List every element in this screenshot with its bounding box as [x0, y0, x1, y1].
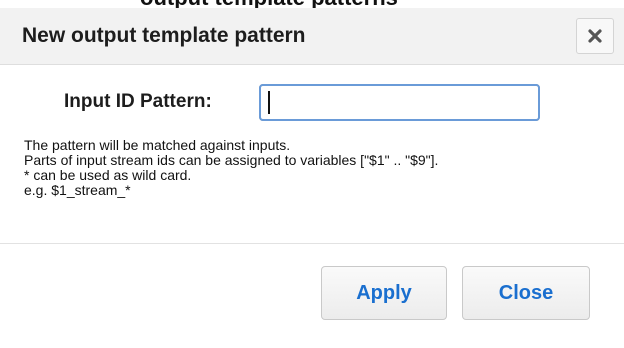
input-id-pattern-field[interactable]: [259, 84, 540, 121]
background-header-text: output template patterns: [140, 0, 398, 8]
input-id-pattern-row: Input ID Pattern:: [64, 84, 212, 120]
text-caret: [268, 91, 270, 114]
dialog-close-button[interactable]: [576, 18, 614, 54]
help-line: Parts of input stream ids can be assigne…: [24, 152, 439, 168]
background-header-fragment: output template patterns: [0, 0, 624, 8]
apply-button[interactable]: Apply: [321, 266, 447, 320]
close-button[interactable]: Close: [462, 266, 590, 320]
input-id-pattern-label: Input ID Pattern:: [64, 91, 212, 112]
help-line: The pattern will be matched against inpu…: [24, 137, 291, 153]
footer-divider: [0, 243, 624, 244]
dialog-title: New output template pattern: [22, 24, 306, 47]
help-line: e.g. $1_stream_*: [24, 182, 131, 198]
help-line: * can be used as wild card.: [24, 167, 192, 183]
help-text: The pattern will be matched against inpu…: [24, 138, 438, 198]
close-icon: [588, 29, 602, 43]
